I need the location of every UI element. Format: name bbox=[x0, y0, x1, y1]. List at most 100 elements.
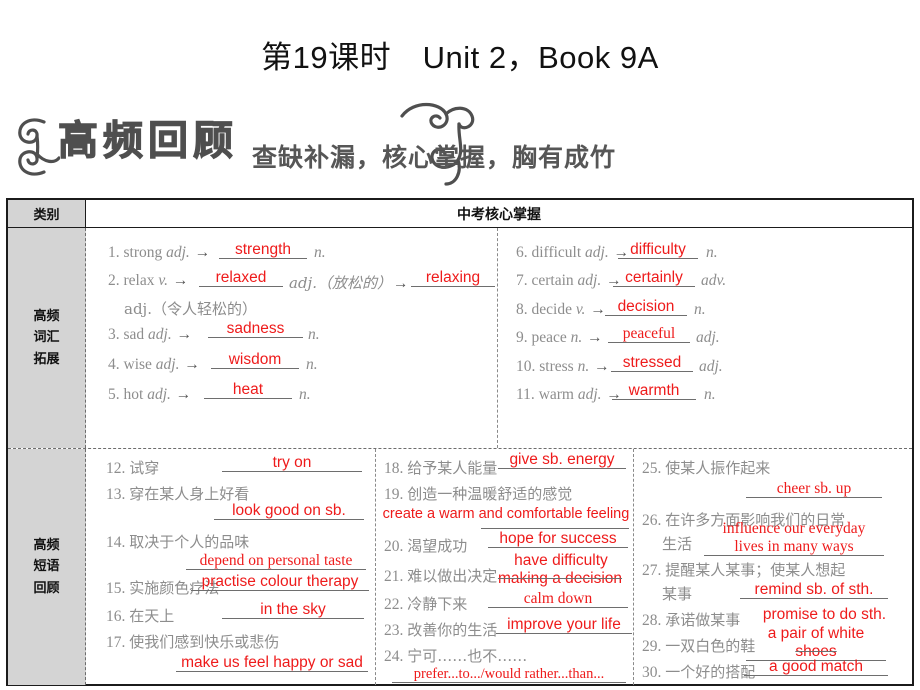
answer-blank[interactable]: give sb. energy bbox=[498, 451, 626, 470]
entry-chinese: 提醒某人某事；使某人想起 bbox=[665, 561, 846, 579]
entry-chinese: 一双白色的鞋 bbox=[665, 637, 756, 655]
entry-row: 20. 渴望成功 bbox=[384, 535, 467, 556]
answer-blank[interactable]: warmth bbox=[612, 382, 696, 401]
entry-tail-pos: adj. bbox=[696, 329, 720, 346]
entry-row: 27. 提醒某人某事；使某人想起 bbox=[642, 559, 845, 580]
answer-blank[interactable]: relaxed bbox=[199, 269, 283, 288]
entry-row: 30. 一个好的搭配 bbox=[642, 661, 755, 682]
answer-blank[interactable]: decision bbox=[605, 298, 687, 317]
entry-stem: wise bbox=[123, 356, 152, 373]
entry-number: 17. bbox=[106, 634, 126, 651]
section-label-line: 短语 bbox=[33, 559, 60, 575]
entry-pos: n. bbox=[570, 329, 583, 346]
page-title: 第19课时 Unit 2，Book 9A bbox=[261, 40, 659, 75]
entry-number: 9. bbox=[516, 329, 528, 346]
entry-tail-pos: n. bbox=[306, 356, 318, 373]
answer-blank[interactable]: stressed bbox=[611, 354, 693, 373]
entry-chinese-line2: 生活 bbox=[662, 535, 693, 553]
entry-chinese: 一个好的搭配 bbox=[665, 663, 756, 681]
answer-blank[interactable]: look good on sb. bbox=[214, 502, 364, 521]
entry-row: 28. 承诺做某事 bbox=[642, 609, 740, 630]
answer-blank[interactable]: difficulty bbox=[618, 241, 698, 260]
entry-stem: decide bbox=[531, 301, 572, 318]
entry-tail-pos: n. bbox=[704, 386, 716, 403]
entry-pos: adj. bbox=[585, 244, 609, 261]
entry-number: 15. bbox=[106, 580, 126, 597]
entry-row: 9. peace n. → bbox=[516, 329, 604, 347]
section-label-line: 回顾 bbox=[33, 580, 60, 596]
entry-chinese: 在天上 bbox=[129, 607, 175, 625]
entry-row: 6. difficult adj. → bbox=[516, 244, 630, 262]
answer-blank[interactable]: create a warm and comfortable feeling bbox=[373, 506, 639, 522]
answer-blank[interactable]: promise to do sth. bbox=[752, 606, 897, 623]
entry-row: 25. 使某人振作起来 bbox=[642, 457, 770, 478]
entry-row: 29. 一双白色的鞋 bbox=[642, 635, 755, 656]
entry-pos: v. bbox=[158, 272, 168, 289]
entry-pos: adj. bbox=[155, 356, 180, 373]
answer-blank[interactable]: peaceful bbox=[608, 325, 690, 344]
entry-number: 8. bbox=[516, 301, 528, 318]
answer-blank[interactable]: influence our everyday bbox=[704, 520, 884, 537]
entry-mid-text: adj.（放松的） bbox=[289, 274, 392, 292]
answer-blank[interactable]: practise colour therapy bbox=[191, 573, 369, 592]
section-vocabulary: 高频 词汇 拓展 1. strong adj. → strength n. 2.… bbox=[8, 228, 912, 449]
answer-blank[interactable]: make us feel happy or sad bbox=[176, 654, 368, 673]
entry-number: 16. bbox=[106, 608, 126, 625]
arrow-icon: → bbox=[172, 272, 189, 289]
header-category-label: 类别 bbox=[8, 200, 86, 227]
answer-blank[interactable]: improve your life bbox=[496, 616, 632, 635]
entry-stem: certain bbox=[531, 272, 574, 289]
answer-blank[interactable]: have difficulty bbox=[494, 552, 628, 569]
entry-chinese: 试穿 bbox=[129, 459, 160, 477]
entry-pos: adj. bbox=[147, 386, 171, 403]
answer-blank[interactable]: calm down bbox=[488, 590, 628, 609]
arrow-icon: → bbox=[587, 329, 603, 346]
entry-row: 18. 给予某人能量 bbox=[384, 457, 497, 478]
answer-blank[interactable]: strength bbox=[219, 241, 307, 260]
answer-blank[interactable]: in the sky bbox=[222, 601, 364, 620]
entry-row: 10. stress n. → bbox=[516, 358, 611, 376]
entry-chinese: 承诺做某事 bbox=[665, 611, 741, 629]
answer-blank-line2[interactable]: making a decision bbox=[486, 570, 634, 587]
answer-blank[interactable]: try on bbox=[222, 454, 362, 473]
entry-number: 1. bbox=[108, 244, 120, 261]
worksheet-page: 第19课时 Unit 2，Book 9A 高频回顾 查缺补漏，核心掌握，胸有成竹… bbox=[0, 0, 920, 690]
answer-blank[interactable]: a good match bbox=[744, 658, 888, 677]
answer-blank[interactable]: remind sb. of sth. bbox=[740, 581, 888, 600]
entry-number: 2. bbox=[108, 272, 120, 289]
answer-blank[interactable]: relaxing bbox=[411, 269, 495, 288]
section-body-vocabulary: 1. strong adj. → strength n. 2. relax v.… bbox=[86, 228, 912, 448]
entry-tail-pos: n. bbox=[706, 244, 718, 261]
answer-blank[interactable]: depend on personal taste bbox=[186, 552, 366, 571]
entry-row: 23. 改善你的生活 bbox=[384, 619, 497, 640]
section-label-line: 词汇 bbox=[33, 330, 60, 346]
entry-stem: stress bbox=[539, 358, 574, 375]
answer-blank[interactable]: hope for success bbox=[488, 530, 628, 549]
answer-blank[interactable]: sadness bbox=[208, 320, 303, 339]
entry-chinese: 创造一种温暖舒适的感觉 bbox=[407, 485, 573, 503]
entry-number: 22. bbox=[384, 596, 404, 613]
entry-row: 24. 宁可……也不…… bbox=[384, 645, 527, 666]
answer-blank[interactable]: a pair of white bbox=[746, 625, 886, 642]
entry-row: 8. decide v. → bbox=[516, 301, 607, 319]
entry-row: 4. wise adj. → bbox=[108, 356, 201, 374]
entry-stem: relax bbox=[123, 272, 155, 289]
entry-number: 27. bbox=[642, 562, 662, 579]
entry-stem: difficult bbox=[531, 244, 582, 261]
section-label-line: 拓展 bbox=[33, 351, 60, 367]
entry-row: 19. 创造一种温暖舒适的感觉 bbox=[384, 483, 572, 504]
answer-blank[interactable]: prefer...to.../would rather...than... bbox=[392, 666, 626, 684]
entry-chinese: 使某人振作起来 bbox=[665, 459, 771, 477]
entry-row: 17. 使我们感到快乐或悲伤 bbox=[106, 631, 279, 652]
answer-blank-line2[interactable]: lives in many ways bbox=[704, 538, 884, 557]
answer-blank[interactable]: heat bbox=[204, 381, 292, 400]
entry-pos: v. bbox=[575, 301, 586, 318]
entry-number: 11. bbox=[516, 386, 535, 403]
arrow-icon: → bbox=[392, 275, 409, 292]
entry-number: 6. bbox=[516, 244, 528, 261]
answer-blank[interactable]: certainly bbox=[613, 269, 695, 288]
section-label-phrases: 高频 短语 回顾 bbox=[8, 449, 86, 685]
answer-blank[interactable]: wisdom bbox=[211, 351, 299, 370]
answer-blank[interactable]: cheer sb. up bbox=[746, 480, 882, 499]
phrase-column-middle: 18. 给予某人能量 give sb. energy 19. 创造一种温暖舒适的… bbox=[376, 449, 634, 685]
